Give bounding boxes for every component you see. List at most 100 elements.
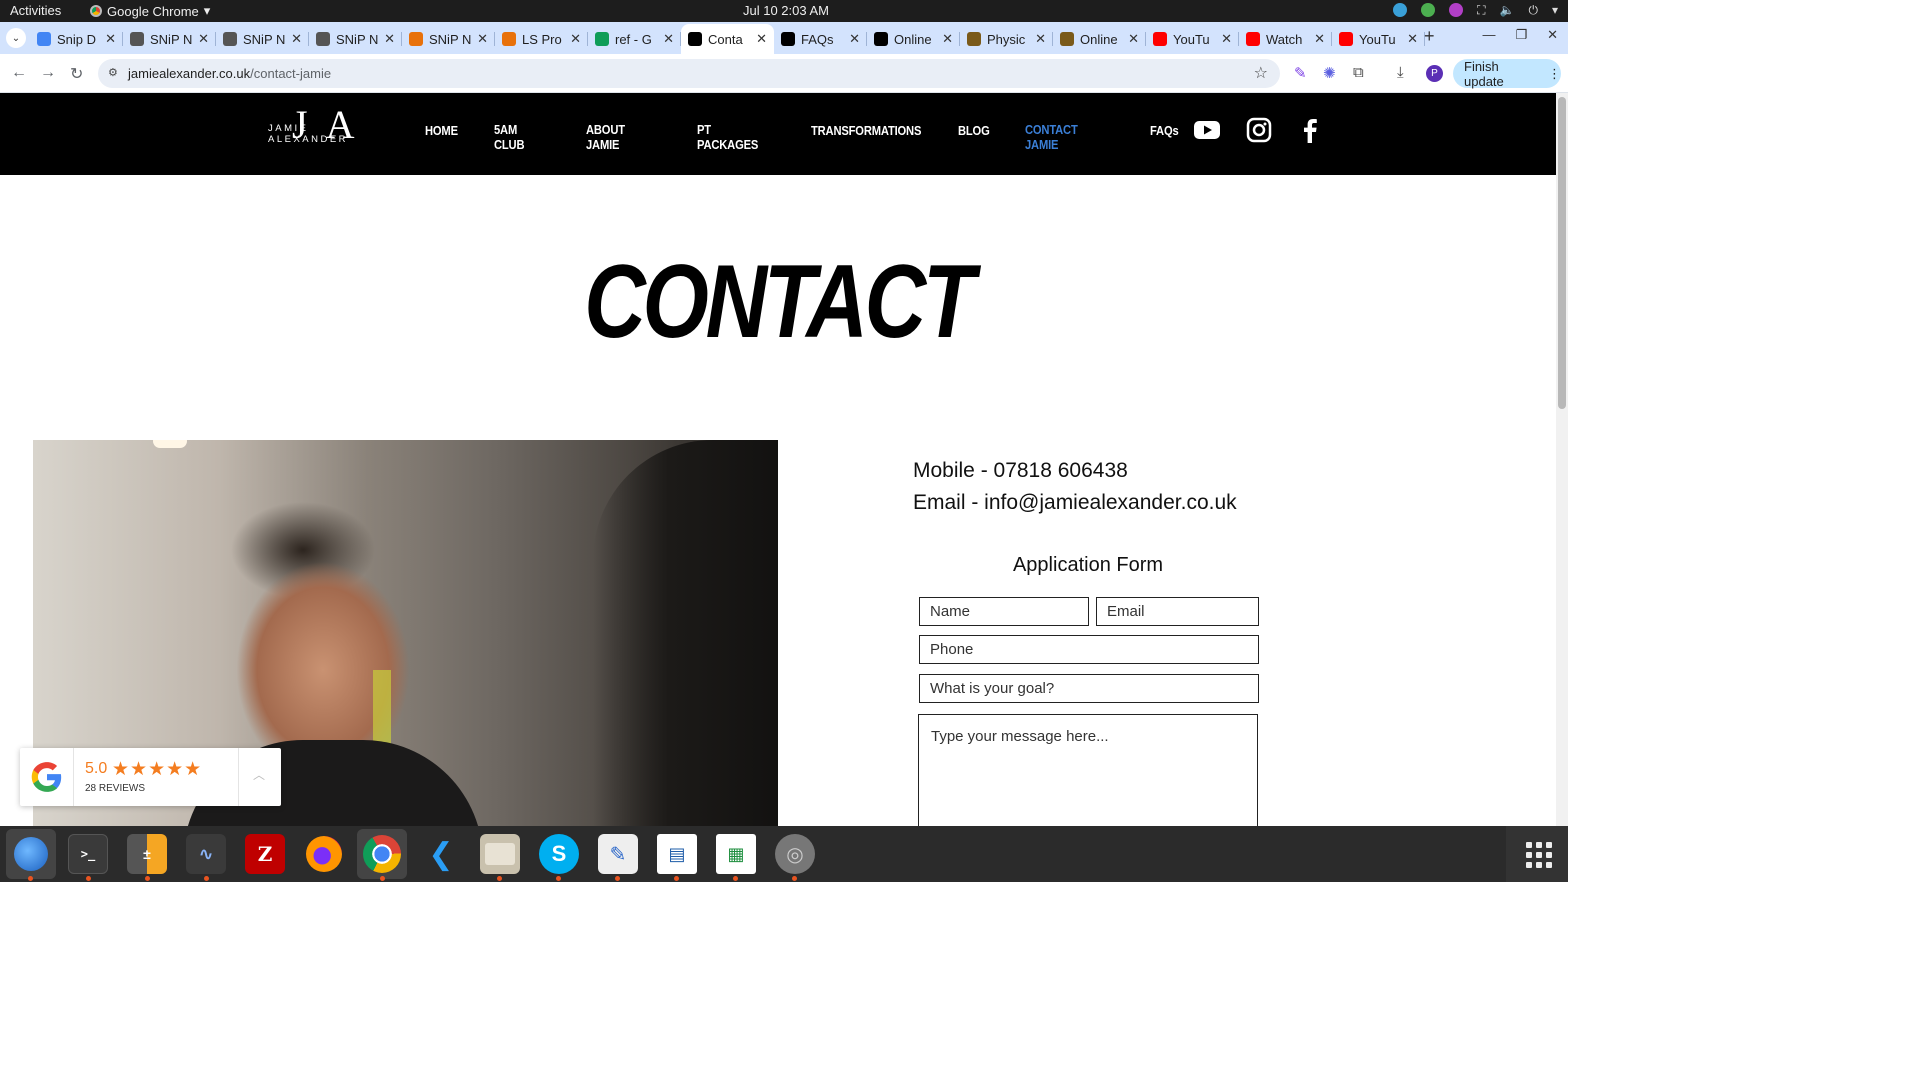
browser-tab[interactable]: SNiP N ✕ (216, 24, 309, 54)
google-reviews-widget[interactable]: 5.0 ★★★★★ 28 REVIEWS ︿ (20, 748, 281, 806)
back-button[interactable]: ← (11, 64, 27, 82)
nav-item[interactable]: HOME (425, 122, 458, 154)
minimize-icon[interactable]: — (1482, 27, 1495, 43)
page-scrollbar[interactable] (1556, 93, 1568, 826)
forward-button[interactable]: → (40, 64, 56, 82)
clock[interactable]: Jul 10 2:03 AM (743, 3, 829, 18)
youtube-icon[interactable] (1194, 117, 1220, 143)
pen-extension-icon[interactable]: ✎ (1294, 64, 1307, 82)
text-editor-icon[interactable]: ✎ (598, 834, 638, 874)
power-icon[interactable]: ⏻ (1528, 3, 1538, 17)
site-logo[interactable]: JA JAMIE ALEXANDER (268, 102, 386, 147)
firefox-icon[interactable] (304, 834, 344, 874)
tab-search-button[interactable]: ⌄ (6, 28, 26, 48)
tab-close-icon[interactable]: ✕ (1128, 31, 1139, 47)
name-field[interactable]: Name (919, 597, 1089, 626)
maximize-icon[interactable]: ❐ (1515, 27, 1527, 43)
address-bar[interactable]: ⚙ jamiealexander.co.uk/contact-jamie ☆ (98, 59, 1280, 88)
browser-tab[interactable]: Physic ✕ (960, 24, 1053, 54)
tab-close-icon[interactable]: ✕ (756, 31, 767, 47)
sparkle-extension-icon[interactable]: ✺ (1323, 64, 1336, 82)
reload-button[interactable]: ↻ (70, 64, 83, 84)
facebook-icon[interactable] (1297, 117, 1323, 143)
volume-icon[interactable]: 🔈 (1500, 3, 1515, 17)
tab-close-icon[interactable]: ✕ (663, 31, 674, 47)
system-tray[interactable]: ⛶ 🔈 ⏻ ▾ (1393, 3, 1558, 17)
browser-tab[interactable]: ref - G ✕ (588, 24, 681, 54)
tab-close-icon[interactable]: ✕ (1221, 31, 1232, 47)
tab-close-icon[interactable]: ✕ (1035, 31, 1046, 47)
disk-icon[interactable]: ◎ (775, 834, 815, 874)
calculator-icon[interactable]: ± (127, 834, 167, 874)
mobile-number[interactable]: Mobile - 07818 606438 (913, 455, 1237, 487)
nav-item[interactable]: FAQs (1150, 122, 1179, 154)
browser-tab[interactable]: SNiP N ✕ (309, 24, 402, 54)
nav-link[interactable]: FAQs (1150, 123, 1179, 138)
browser-tab[interactable]: Online ✕ (867, 24, 960, 54)
email-field[interactable]: Email (1096, 597, 1259, 626)
nav-item[interactable]: TRANSFORMATIONS (811, 122, 921, 154)
nav-item[interactable]: PT PACKAGES (697, 122, 775, 154)
system-monitor-icon[interactable]: ∿ (186, 834, 226, 874)
writer-icon[interactable]: ▤ (657, 834, 697, 874)
nav-item[interactable]: ABOUT JAMIE (586, 122, 661, 154)
chevron-down-icon[interactable]: ▾ (1552, 3, 1558, 17)
profile-avatar[interactable]: P (1426, 65, 1443, 82)
nav-link[interactable]: PT PACKAGES (697, 122, 764, 152)
tab-close-icon[interactable]: ✕ (942, 31, 953, 47)
message-textarea[interactable]: Type your message here... (918, 714, 1258, 826)
browser-tab[interactable]: YouTu ✕ (1146, 24, 1239, 54)
nav-link[interactable]: BLOG (958, 123, 990, 138)
nav-item[interactable]: CONTACT JAMIE (1025, 122, 1114, 154)
nav-link[interactable]: ABOUT JAMIE (586, 122, 651, 152)
browser-tab[interactable]: Online ✕ (1053, 24, 1146, 54)
extensions-puzzle-icon[interactable]: ⧉ (1353, 64, 1364, 81)
nav-item[interactable]: 5AM CLUB (494, 122, 550, 154)
tab-close-icon[interactable]: ✕ (198, 31, 209, 47)
thunderbird-icon[interactable] (6, 829, 56, 879)
phone-field[interactable]: Phone (919, 635, 1259, 664)
skype-icon[interactable]: S (539, 834, 579, 874)
network-icon[interactable]: ⛶ (1477, 3, 1485, 17)
show-apps-icon[interactable] (1526, 842, 1552, 868)
instagram-icon[interactable] (1246, 117, 1272, 143)
new-tab-button[interactable]: + (1424, 26, 1435, 47)
tab-close-icon[interactable]: ✕ (477, 31, 488, 47)
tab-close-icon[interactable]: ✕ (291, 31, 302, 47)
tab-close-icon[interactable]: ✕ (384, 31, 395, 47)
email-address[interactable]: Email - info@jamiealexander.co.uk (913, 487, 1237, 519)
tab-close-icon[interactable]: ✕ (1407, 31, 1418, 47)
browser-tab[interactable]: Snip D ✕ (30, 24, 123, 54)
finish-update-button[interactable]: Finish update ⋮ (1453, 59, 1561, 89)
check-icon[interactable] (1421, 3, 1436, 17)
nav-item[interactable]: BLOG (958, 122, 990, 154)
tab-close-icon[interactable]: ✕ (105, 31, 116, 47)
browser-tab[interactable]: Watch ✕ (1239, 24, 1332, 54)
close-icon[interactable]: ✕ (1547, 27, 1558, 43)
browser-tab[interactable]: YouTu ✕ (1332, 24, 1425, 54)
tab-close-icon[interactable]: ✕ (1314, 31, 1325, 47)
chevron-up-icon[interactable]: ︿ (253, 766, 265, 783)
url-text[interactable]: jamiealexander.co.uk/contact-jamie (128, 66, 331, 81)
nav-link[interactable]: 5AM CLUB (494, 122, 542, 152)
activities-button[interactable]: Activities (10, 3, 61, 18)
goal-field[interactable]: What is your goal? (919, 674, 1259, 703)
browser-tab[interactable]: Conta ✕ (681, 24, 774, 54)
browser-tab[interactable]: SNiP N ✕ (402, 24, 495, 54)
app-indicator-icon[interactable] (1449, 3, 1464, 17)
vscode-icon[interactable]: ❮ (421, 834, 461, 874)
calc-spreadsheet-icon[interactable]: ▦ (716, 834, 756, 874)
nav-link[interactable]: TRANSFORMATIONS (811, 123, 921, 138)
filezilla-icon[interactable]: Z (245, 834, 285, 874)
download-icon[interactable]: ⤓ (1397, 64, 1404, 81)
bookmark-star-icon[interactable]: ☆ (1254, 63, 1268, 83)
tab-close-icon[interactable]: ✕ (849, 31, 860, 47)
scrollbar-thumb[interactable] (1558, 97, 1566, 409)
nav-link[interactable]: HOME (425, 123, 458, 138)
terminal-icon[interactable]: >_ (68, 834, 108, 874)
browser-tab[interactable]: LS Pro ✕ (495, 24, 588, 54)
browser-tab[interactable]: FAQs ✕ (774, 24, 867, 54)
nav-link[interactable]: CONTACT JAMIE (1025, 122, 1101, 152)
site-info-icon[interactable]: ⚙ (108, 66, 122, 80)
chrome-dock-icon[interactable] (357, 829, 407, 879)
